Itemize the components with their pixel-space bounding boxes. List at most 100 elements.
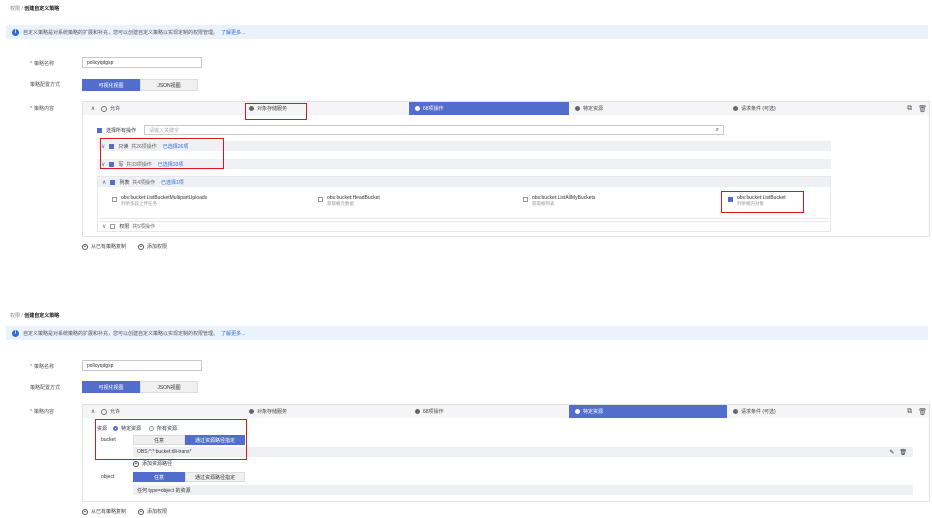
chevron-down-icon[interactable]: ∨ — [102, 223, 106, 230]
policy-content-label: * 策略内容 — [30, 106, 54, 112]
highlight-groups — [100, 138, 224, 169]
select-all-checkbox[interactable] — [97, 127, 102, 133]
step-actions[interactable]: 68项操作 — [409, 405, 569, 418]
step-conditions[interactable]: 请求条件 (可选) — [727, 102, 907, 115]
step-conditions[interactable]: 请求条件 (可选) — [727, 405, 907, 418]
visual-view-tab[interactable]: 可视化视图 — [82, 79, 140, 91]
group-permission-checkbox[interactable] — [110, 224, 116, 229]
bottom-links: + 从已有策略复制 + 添加权限 — [82, 243, 167, 250]
object-desc-row: 任何 type=object 的资源 — [133, 485, 913, 495]
highlight-listbucket — [721, 191, 804, 213]
group-permission[interactable]: ∨ 权限 共5项操作 — [97, 221, 831, 232]
actions-icon — [415, 106, 420, 111]
plus-circle-icon: + — [138, 244, 145, 250]
search-icon[interactable]: ⌕ — [716, 127, 719, 134]
panel-actions: 权限 / 创建自定义策略 i 自定义策略是对系统策略的扩展和补充，您可以创建自定… — [0, 0, 932, 260]
plus-circle-icon: + — [82, 244, 88, 250]
bottom-links: + 从已有策略复制 + 添加权限 — [82, 508, 167, 515]
resource-icon — [575, 106, 580, 111]
json-view-tab[interactable]: JSON视图 — [140, 79, 198, 91]
breadcrumb-current: 创建自定义策略 — [24, 6, 60, 12]
group-list[interactable]: ∧ 列表 共4项操作 已选择1项 — [98, 177, 830, 187]
action-search-input[interactable]: 请输入关键字 ⌕ — [144, 125, 725, 135]
info-notice: i 自定义策略是对系统策略的扩展和补充，您可以创建自定义策略以实现定制的权限管理… — [6, 326, 928, 340]
highlight-service — [245, 103, 307, 120]
object-label: object — [101, 474, 115, 480]
learn-more-link[interactable]: 了解更多... — [221, 330, 245, 337]
object-any-tab[interactable]: 任意 — [133, 472, 185, 482]
actions-icon — [415, 409, 420, 414]
breadcrumb-sep: / — [21, 6, 23, 12]
add-permission-link[interactable]: + 添加权限 — [138, 508, 167, 515]
info-icon: i — [12, 329, 19, 337]
statement-actions: ⧉ 🗑 — [907, 105, 927, 113]
info-icon: i — [12, 28, 19, 36]
select-all-row: 选择所有操作 请输入关键字 ⌕ — [97, 125, 737, 135]
copy-icon[interactable]: ⧉ — [907, 105, 912, 113]
step-resources[interactable]: 特定资源 — [569, 102, 727, 115]
notice-text: 自定义策略是对系统策略的扩展和补充，您可以创建自定义策略以实现定制的权限管理。 — [23, 330, 219, 337]
collapse-icon[interactable]: ∧ — [89, 408, 97, 416]
action-checkbox[interactable] — [523, 197, 528, 202]
breadcrumb-parent[interactable]: 权限 — [10, 6, 20, 12]
config-mode-label: 策略配置方式 — [30, 82, 61, 88]
object-desc: 任何 type=object 的资源 — [137, 487, 191, 494]
delete-icon[interactable]: 🗑 — [899, 449, 907, 456]
condition-icon — [733, 409, 738, 414]
add-path-link[interactable]: + 添加资源路径 — [133, 460, 172, 467]
breadcrumb-current: 创建自定义策略 — [24, 313, 60, 319]
step-actions[interactable]: 68项操作 — [409, 102, 569, 115]
breadcrumb: 权限 / 创建自定义策略 — [10, 312, 59, 319]
collapse-icon[interactable]: ∧ — [89, 105, 97, 113]
step-effect[interactable]: ∧ 允许 — [83, 102, 243, 115]
config-mode-label: 策略配置方式 — [30, 385, 61, 391]
policy-name-label: * 策略名称 — [30, 61, 54, 67]
copy-policy-link[interactable]: + 从已有策略复制 — [82, 508, 126, 515]
policy-statement: ∧ 允许 对象存储服务 68项操作 特定资源 请求条件 (可选) ⧉ 🗑 选择所… — [82, 101, 930, 237]
bucket-path-row: OBS:*:*:bucket:dli-trans* ✎ 🗑 — [133, 447, 913, 457]
policy-name-input[interactable]: policyqdgsp — [82, 360, 202, 371]
plus-circle-icon: + — [82, 509, 88, 515]
plus-circle-icon: + — [138, 509, 145, 515]
condition-icon — [733, 106, 738, 111]
chevron-up-icon[interactable]: ∧ — [102, 179, 106, 186]
config-mode-switch: 可视化视图 JSON视图 — [82, 79, 198, 91]
step-resources[interactable]: 特定资源 — [569, 405, 727, 418]
learn-more-link[interactable]: 了解更多... — [221, 29, 245, 36]
delete-icon[interactable]: 🗑 — [918, 408, 927, 416]
action-item[interactable]: obs:bucket:ListAllMyBuckets 获取桶列表 — [523, 195, 595, 207]
action-item[interactable]: obs:bucket:ListBucketMultipartUploads 列举多… — [112, 195, 207, 207]
json-view-tab[interactable]: JSON视图 — [140, 381, 198, 393]
policy-name-input[interactable]: policyqdgsp — [82, 57, 202, 68]
action-checkbox[interactable] — [318, 197, 323, 202]
step-effect[interactable]: ∧ 允许 — [83, 405, 243, 418]
copy-policy-link[interactable]: + 从已有策略复制 — [82, 243, 126, 250]
edit-icon[interactable]: ✎ — [889, 449, 894, 456]
action-checkbox[interactable] — [112, 197, 117, 202]
copy-icon[interactable]: ⧉ — [907, 408, 912, 416]
object-path-tab[interactable]: 通过资源路径指定 — [185, 472, 245, 482]
delete-icon[interactable]: 🗑 — [918, 105, 927, 113]
add-permission-link[interactable]: + 添加权限 — [138, 243, 167, 250]
visual-view-tab[interactable]: 可视化视图 — [82, 381, 140, 393]
allow-icon — [101, 408, 107, 415]
step-service[interactable]: 对象存储服务 — [243, 405, 409, 418]
policy-content-label: * 策略内容 — [30, 409, 54, 415]
statement-actions: ⧉ 🗑 — [907, 408, 927, 416]
action-item[interactable]: obs:bucket:HeadBucket 获取桶元数据 — [318, 195, 380, 207]
highlight-resource — [95, 419, 247, 460]
service-icon — [249, 409, 254, 414]
info-notice: i 自定义策略是对系统策略的扩展和补充，您可以创建自定义策略以实现定制的权限管理… — [6, 25, 928, 39]
panel-resources: 权限 / 创建自定义策略 i 自定义策略是对系统策略的扩展和补充，您可以创建自定… — [0, 308, 932, 518]
group-list-checkbox[interactable] — [110, 179, 116, 185]
policy-name-label: * 策略名称 — [30, 364, 54, 370]
breadcrumb: 权限 / 创建自定义策略 — [10, 5, 59, 12]
breadcrumb-sep: / — [21, 313, 23, 319]
config-mode-switch: 可视化视图 JSON视图 — [82, 381, 198, 393]
select-all-label: 选择所有操作 — [106, 127, 137, 134]
object-scope-switch: 任意 通过资源路径指定 — [133, 472, 245, 482]
breadcrumb-parent[interactable]: 权限 — [10, 313, 20, 319]
statement-stepbar: ∧ 允许 对象存储服务 68项操作 特定资源 请求条件 (可选) — [83, 405, 929, 418]
allow-icon — [101, 105, 107, 112]
resource-icon — [575, 409, 580, 414]
